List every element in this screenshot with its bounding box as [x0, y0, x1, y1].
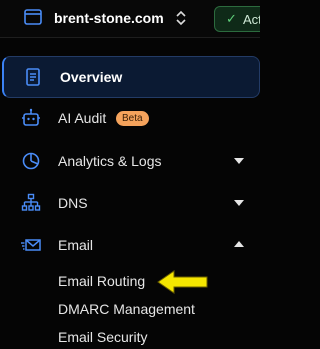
- status-label: Active: [243, 12, 260, 27]
- document-icon: [26, 68, 40, 86]
- network-tree-icon: [21, 193, 41, 211]
- browser-window-icon: [24, 9, 42, 25]
- nav-item-analytics-logs[interactable]: Analytics & Logs: [0, 140, 260, 182]
- chevron-down-icon[interactable]: [234, 158, 244, 164]
- nav-label-analytics-logs: Analytics & Logs: [58, 153, 162, 169]
- nav-label-ai-audit: AI Audit: [58, 110, 107, 126]
- site-header: brent-stone.com ✓ Active: [0, 0, 260, 38]
- nav-item-dns[interactable]: DNS: [0, 182, 260, 224]
- pie-chart-icon: [22, 152, 40, 170]
- nav-item-overview[interactable]: Overview: [2, 56, 260, 98]
- bot-icon: [22, 108, 40, 126]
- yellow-arrow-icon: [157, 270, 208, 294]
- chevron-up-down-icon[interactable]: [175, 9, 187, 27]
- nav-label-overview: Overview: [60, 69, 123, 85]
- beta-badge: Beta: [116, 111, 149, 126]
- chevron-up-icon[interactable]: [234, 241, 244, 247]
- nav-item-email[interactable]: Email: [0, 224, 260, 266]
- status-badge: ✓ Active: [214, 6, 260, 32]
- subnav-dmarc-management[interactable]: DMARC Management: [58, 301, 195, 317]
- sidebar-panel: brent-stone.com ✓ Active Overview: [0, 0, 260, 349]
- nav-label-dns: DNS: [58, 195, 88, 211]
- header-divider: [0, 37, 260, 38]
- envelope-icon: [21, 239, 41, 251]
- check-icon: ✓: [226, 11, 237, 26]
- subnav-email-routing[interactable]: Email Routing: [58, 273, 145, 289]
- subnav-email-security[interactable]: Email Security: [58, 329, 147, 345]
- site-name[interactable]: brent-stone.com: [54, 10, 164, 26]
- chevron-down-icon[interactable]: [234, 200, 244, 206]
- nav-label-email: Email: [58, 237, 94, 253]
